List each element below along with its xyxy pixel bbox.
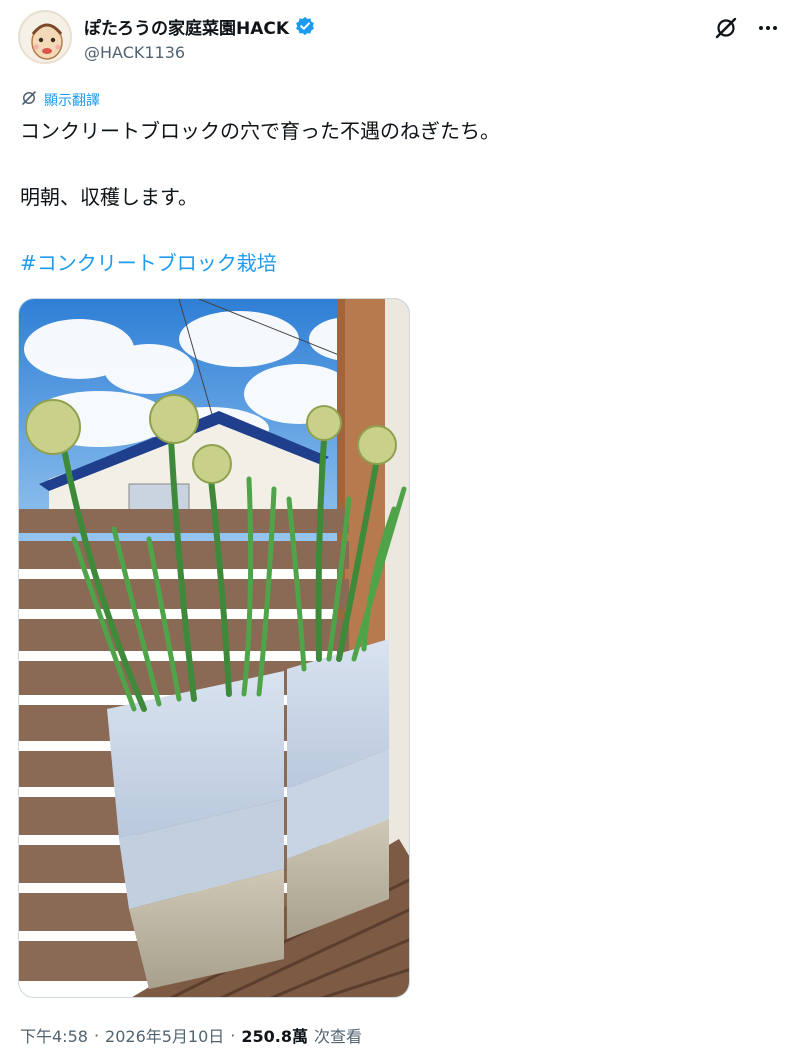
meta-separator: · xyxy=(230,1025,236,1045)
tweet-date[interactable]: 2026年5月10日 xyxy=(105,1023,224,1047)
translate-label: 顯示翻譯 xyxy=(44,93,100,109)
tweet-photo[interactable] xyxy=(18,298,410,998)
meta-separator: · xyxy=(93,1025,100,1045)
handle[interactable]: @HACK1136 xyxy=(84,43,185,62)
translate-icon xyxy=(20,89,38,111)
more-icon[interactable] xyxy=(754,14,782,42)
verified-badge-icon xyxy=(295,16,315,36)
tweet-header: ぽたろうの家庭菜園HACK @HACK1136 xyxy=(18,10,782,66)
name-row: ぽたろうの家庭菜園HACK xyxy=(84,14,315,39)
tweet-line-2: 明朝、収穫します。 xyxy=(20,185,198,209)
top-actions xyxy=(712,14,782,42)
avatar[interactable] xyxy=(18,10,72,64)
tweet-time[interactable]: 下午4:58 xyxy=(20,1023,88,1047)
tweet-text: コンクリートブロックの穴で育った不遇のねぎたち。 明朝、収穫します。 #コンクリ… xyxy=(20,118,780,276)
display-name[interactable]: ぽたろうの家庭菜園HACK xyxy=(84,14,289,39)
view-count: 250.8萬 xyxy=(241,1027,309,1046)
view-count-label: 次查看 xyxy=(314,1027,363,1046)
grok-icon[interactable] xyxy=(712,14,740,42)
tweet-meta: 下午4:58 · 2026年5月10日 · 250.8萬 次查看 xyxy=(20,1023,362,1047)
tweet-line-1: コンクリートブロックの穴で育った不遇のねぎたち。 xyxy=(20,119,500,143)
translate-link[interactable]: 顯示翻譯 xyxy=(20,89,100,111)
hashtag-link[interactable]: #コンクリートブロック栽培 xyxy=(20,250,780,276)
